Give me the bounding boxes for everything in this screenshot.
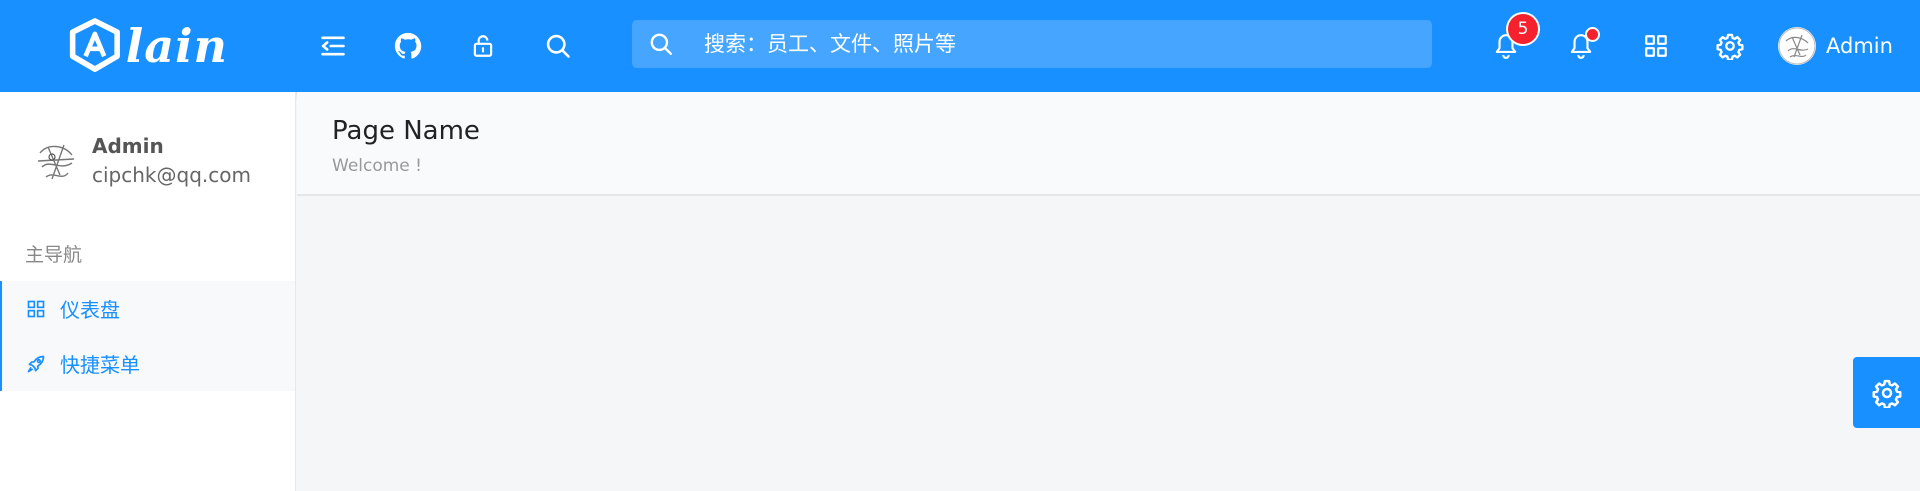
search-icon [650,33,672,55]
notice-dot [1587,29,1598,40]
top-header: lain 5 [0,0,1920,92]
page-subtitle: Welcome ! [332,156,422,176]
sidebar-item-label: 快捷菜单 [60,353,140,377]
menu-fold-icon[interactable] [313,26,353,66]
header-username: Admin [1826,34,1893,58]
main-content [297,196,1920,491]
sidebar-item-label: 仪表盘 [60,298,120,322]
avatar [1778,27,1816,65]
lock-icon[interactable] [463,26,503,66]
page-title: Page Name [332,116,480,146]
sidebar: Admin cipchk@qq.com 主导航 仪表盘 快捷菜单 [0,92,296,491]
appstore-icon [27,300,45,317]
avatar [30,135,82,187]
sidebar-user-email: cipchk@qq.com [92,163,251,187]
search-input[interactable] [704,32,1384,56]
github-icon[interactable] [388,26,428,66]
sidebar-item-dashboard[interactable]: 仪表盘 [0,281,295,336]
rocket-icon [27,355,45,372]
sidebar-user-name: Admin [92,134,164,158]
nav-group-title: 主导航 [25,244,83,266]
user-menu[interactable]: Admin [1778,26,1893,66]
logo-text: lain [125,19,228,73]
sidebar-user-profile[interactable]: Admin cipchk@qq.com [30,132,251,190]
gear-icon [1872,379,1901,408]
logo-icon [69,18,120,72]
notice-button[interactable]: 5 [1486,14,1538,66]
logo[interactable]: lain [68,12,228,80]
gear-icon[interactable] [1710,26,1750,66]
task-button[interactable] [1561,26,1601,66]
appstore-icon[interactable] [1636,26,1676,66]
sidebar-item-shortcut[interactable]: 快捷菜单 [0,336,295,391]
search-bar[interactable] [632,20,1432,68]
page-header: Page Name Welcome ! [297,92,1920,196]
search-icon[interactable] [538,26,578,66]
theme-settings-button[interactable] [1853,357,1920,428]
notice-count-badge: 5 [1508,14,1538,44]
